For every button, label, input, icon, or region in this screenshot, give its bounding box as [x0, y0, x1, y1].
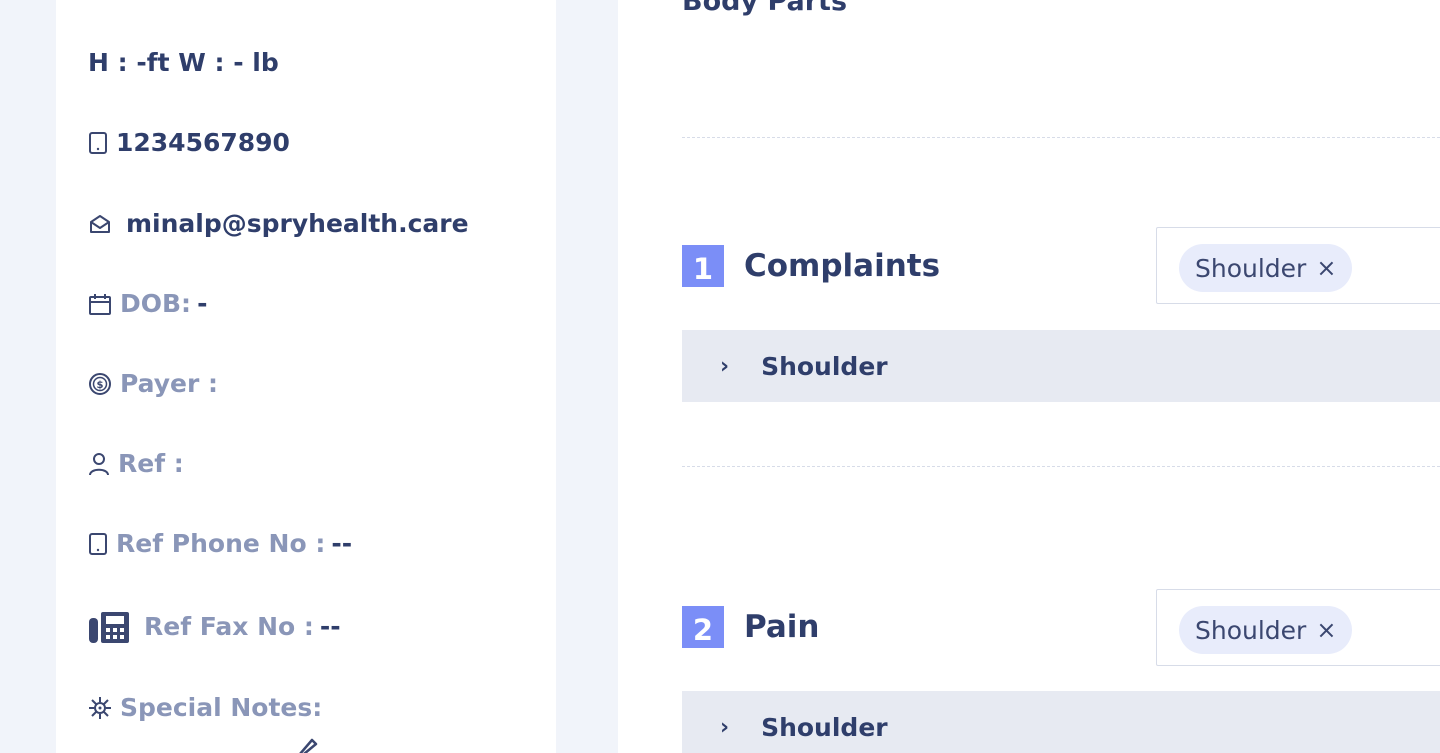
- ref-label: Ref :: [118, 449, 184, 478]
- body-parts-panel: Body Parts 1 Complaints Shoulder × › Sho…: [618, 0, 1440, 753]
- height-weight-text: H : -ft W : - lb: [88, 48, 279, 77]
- ref-phone-row: Ref Phone No : --: [88, 529, 352, 558]
- chip-label: Shoulder: [1195, 253, 1307, 283]
- close-icon[interactable]: ×: [1316, 254, 1336, 282]
- ref-phone-label: Ref Phone No :: [116, 529, 326, 558]
- number-badge: 2: [682, 606, 724, 648]
- pencil-icon[interactable]: [296, 738, 320, 753]
- special-notes-row: Special Notes:: [88, 693, 322, 722]
- accordion-label: Shoulder: [761, 351, 888, 381]
- phone-row: 1234567890: [88, 128, 290, 157]
- svg-text:$: $: [97, 380, 104, 391]
- body-part-chip: Shoulder ×: [1179, 244, 1353, 292]
- payer-label: Payer :: [120, 369, 219, 398]
- dob-value: -: [197, 289, 208, 318]
- complaints-body-part-select[interactable]: Shoulder ×: [1156, 227, 1440, 304]
- block-title: Complaints: [744, 248, 941, 284]
- height-weight: H : -ft W : - lb: [88, 48, 279, 77]
- pain-accordion-shoulder[interactable]: › Shoulder: [682, 691, 1440, 753]
- chip-label: Shoulder: [1195, 615, 1307, 645]
- email-value[interactable]: minalp@spryhealth.care: [126, 209, 469, 238]
- pain-title: 2 Pain: [682, 606, 820, 648]
- complaints-title: 1 Complaints: [682, 245, 940, 287]
- divider: [682, 137, 1440, 138]
- accordion-label: Shoulder: [761, 712, 888, 742]
- mail-open-icon: [88, 212, 112, 236]
- user-icon: [88, 452, 110, 476]
- ref-fax-row: Ref Fax No : --: [88, 608, 341, 644]
- number-badge: 1: [682, 245, 724, 287]
- chevron-right-icon: ›: [720, 353, 730, 379]
- ref-fax-value: --: [319, 611, 341, 641]
- section-heading: Body Parts: [682, 0, 848, 17]
- chevron-right-icon: ›: [720, 714, 730, 740]
- calendar-icon: [88, 292, 112, 316]
- close-icon[interactable]: ×: [1316, 616, 1336, 644]
- dob-row: DOB: -: [88, 289, 207, 318]
- tablet-icon: [88, 131, 108, 155]
- phone-value: 1234567890: [116, 128, 290, 157]
- complaints-accordion-shoulder[interactable]: › Shoulder: [682, 330, 1440, 402]
- ref-fax-label: Ref Fax No :: [144, 611, 314, 641]
- patient-info-panel: H : -ft W : - lb 1234567890 minalp@spryh…: [56, 0, 556, 753]
- dob-label: DOB:: [120, 289, 192, 318]
- tablet-icon: [88, 532, 108, 556]
- dollar-circle-icon: $: [88, 372, 112, 396]
- pain-body-part-select[interactable]: Shoulder ×: [1156, 589, 1440, 666]
- block-title: Pain: [744, 609, 820, 645]
- special-notes-label: Special Notes:: [120, 693, 323, 722]
- ref-phone-value: --: [331, 529, 353, 558]
- body-part-chip: Shoulder ×: [1179, 606, 1353, 654]
- ref-row: Ref :: [88, 449, 184, 478]
- virus-icon: [88, 696, 112, 720]
- payer-row: $ Payer :: [88, 369, 218, 398]
- divider: [682, 466, 1440, 467]
- fax-icon: [88, 608, 130, 644]
- email-row: minalp@spryhealth.care: [88, 209, 469, 238]
